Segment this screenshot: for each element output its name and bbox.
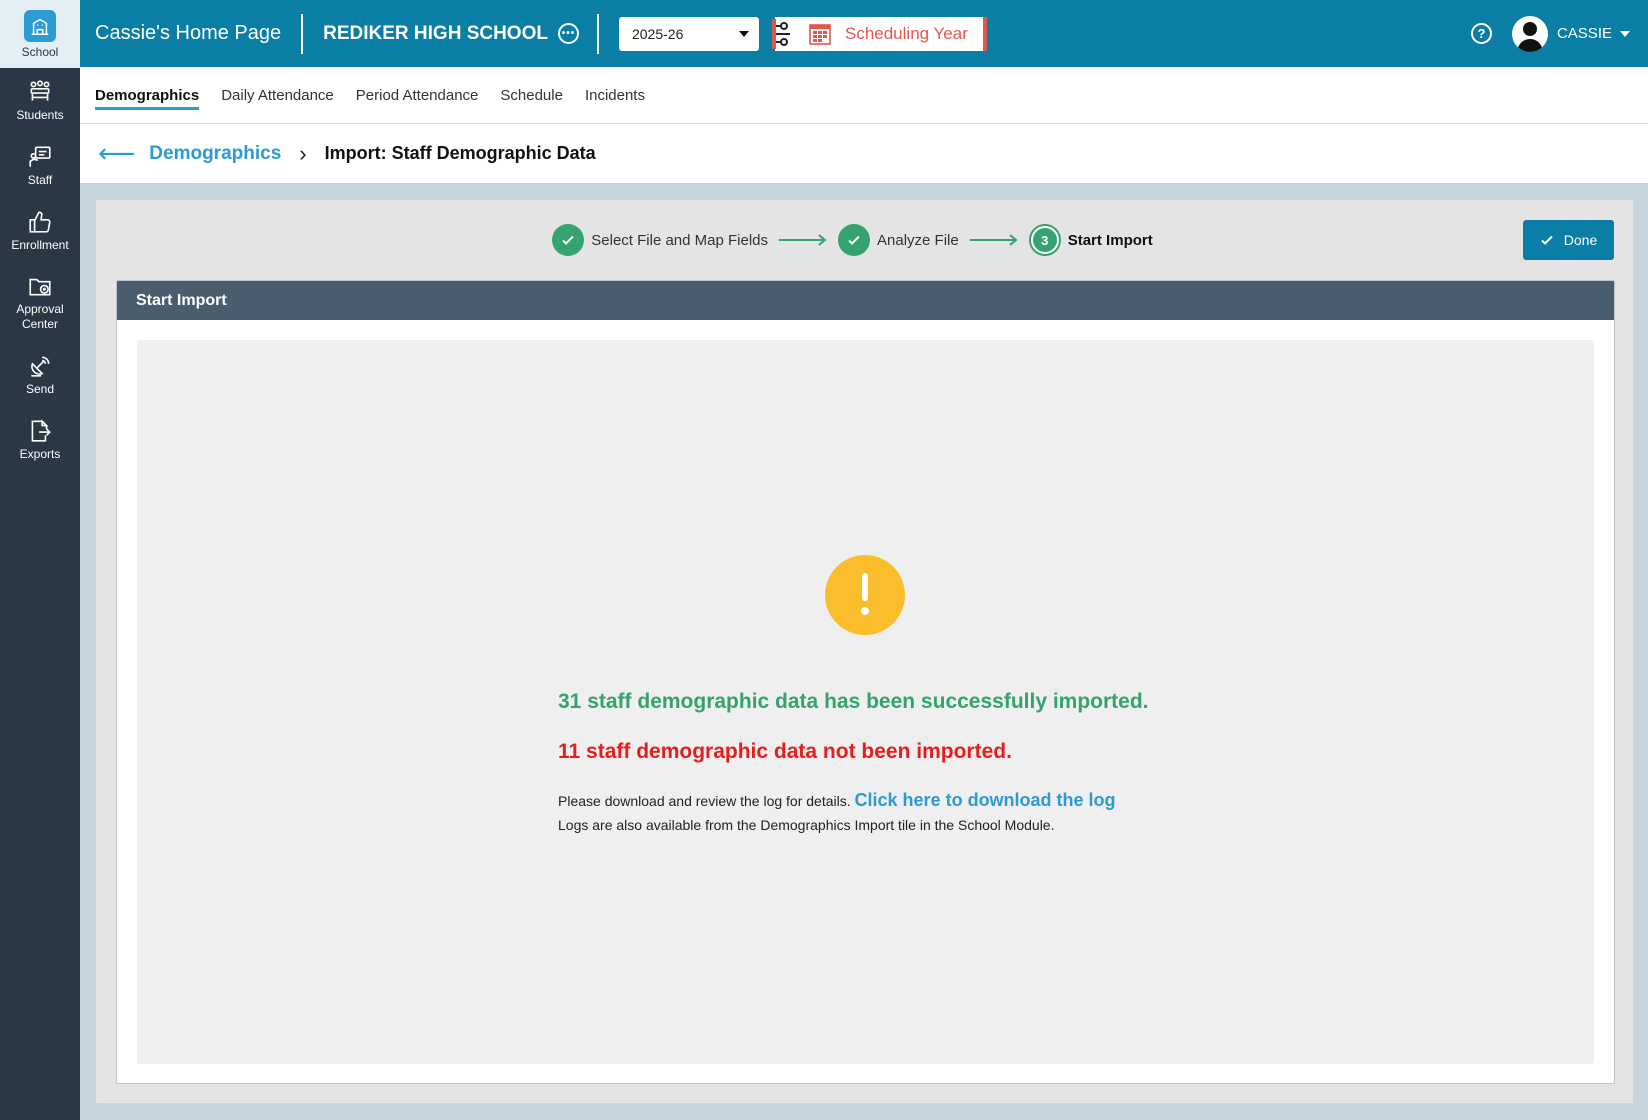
back-arrow-icon[interactable]: ⟵: [98, 138, 135, 169]
satellite-icon: [31, 356, 50, 377]
wizard-step-start-import: 3 Start Import: [1028, 224, 1153, 256]
sidebar-item-label: Staff: [27, 173, 53, 187]
home-page-link[interactable]: Cassie's Home Page: [80, 13, 304, 54]
school-icon: [24, 9, 56, 42]
wizard-step-label: Start Import: [1067, 231, 1153, 249]
log-prompt: Please download and review the log for d…: [558, 793, 851, 809]
sidebar-item-label: School: [21, 44, 59, 59]
chevron-right-icon: ›: [299, 140, 307, 166]
sidebar-item-label: Enrollment: [11, 238, 69, 252]
done-button[interactable]: Done: [1523, 220, 1614, 260]
done-button-label: Done: [1563, 232, 1598, 248]
user-name[interactable]: CASSIE: [1557, 25, 1612, 42]
wizard-step-select-file: Select File and Map Fields: [552, 224, 768, 256]
tab-incidents[interactable]: Incidents: [585, 67, 645, 124]
step-number-badge: 3: [1028, 224, 1061, 256]
log-note: Logs are also available from the Demogra…: [558, 817, 1055, 833]
panel-title: Start Import: [117, 281, 1614, 320]
export-file-icon: [31, 419, 51, 442]
sidebar-item-label: Send: [25, 382, 55, 396]
warning-icon: [825, 555, 905, 635]
download-log-link[interactable]: Click here to download the log: [855, 790, 1116, 810]
chevron-down-icon: [738, 30, 749, 37]
tab-period-attendance[interactable]: Period Attendance: [356, 67, 479, 124]
page-title: Import: Staff Demographic Data: [324, 143, 596, 163]
sidebar-item-school[interactable]: School: [0, 0, 80, 68]
avatar[interactable]: [1511, 15, 1548, 52]
tab-demographics[interactable]: Demographics: [95, 67, 200, 124]
import-wizard-card: Select File and Map Fields Analyze File …: [95, 199, 1634, 1104]
tab-schedule[interactable]: Schedule: [500, 67, 563, 124]
module-tabs: Demographics Daily Attendance Period Att…: [80, 67, 1648, 124]
success-message: 31 staff demographic data has been succe…: [558, 690, 1149, 713]
check-icon: [552, 224, 585, 256]
arrow-right-icon: [969, 234, 1019, 246]
sidebar-item-send[interactable]: Send: [0, 342, 80, 407]
wizard-step-label: Select File and Map Fields: [591, 231, 769, 249]
check-icon: [838, 224, 871, 256]
sidebar-item-staff[interactable]: Staff: [0, 133, 80, 198]
school-year-value: 2025-26: [631, 25, 684, 42]
scheduling-year-label: Scheduling Year: [844, 23, 968, 43]
school-year-select[interactable]: 2025-26: [618, 16, 759, 51]
sidebar-item-enrollment[interactable]: Enrollment: [0, 198, 80, 263]
school-name-label: REDIKER HIGH SCHOOL: [323, 22, 548, 44]
import-messages: 31 staff demographic data has been succe…: [558, 690, 1458, 837]
user-menu-chevron-icon[interactable]: [1620, 30, 1630, 37]
wizard-step-label: Analyze File: [877, 231, 959, 249]
sidebar-item-label: Exports: [19, 447, 61, 461]
check-icon: [1541, 235, 1553, 245]
user-silhouette-icon: [1516, 21, 1543, 52]
breadcrumb: ⟵ Demographics › Import: Staff Demograph…: [80, 124, 1648, 183]
staff-icon: [29, 146, 51, 167]
sidebar-item-students[interactable]: Students: [0, 68, 80, 133]
scheduling-year-badge[interactable]: Scheduling Year: [771, 16, 987, 51]
top-bar: Cassie's Home Page REDIKER HIGH SCHOOL •…: [80, 0, 1648, 67]
breadcrumb-demographics-link[interactable]: Demographics: [149, 143, 281, 165]
school-name[interactable]: REDIKER HIGH SCHOOL •••: [303, 13, 599, 54]
calendar-icon: [809, 23, 831, 45]
folder-add-icon: [29, 278, 51, 296]
import-result-area: 31 staff demographic data has been succe…: [137, 340, 1594, 1064]
more-options-icon[interactable]: •••: [557, 23, 579, 44]
students-icon: [30, 80, 50, 101]
failure-message: 11 staff demographic data not been impor…: [558, 740, 1012, 763]
help-icon[interactable]: ?: [1470, 23, 1492, 44]
thumbs-up-icon: [29, 211, 51, 233]
log-instructions: Please download and review the log for d…: [558, 788, 1458, 837]
sidebar-item-label: Approval Center: [16, 302, 64, 331]
binder-rings-icon: [771, 18, 790, 49]
sidebar-item-approval-center[interactable]: Approval Center: [0, 263, 80, 342]
step-number: 3: [1032, 228, 1057, 252]
sidebar-item-label: Students: [16, 108, 64, 122]
tab-daily-attendance[interactable]: Daily Attendance: [221, 67, 334, 124]
start-import-panel: Start Import 31 staff demographic data h…: [116, 280, 1615, 1084]
wizard-steps: Select File and Map Fields Analyze File …: [96, 219, 1633, 261]
user-area: ? CASSIE: [1470, 15, 1648, 52]
sidebar-item-exports[interactable]: Exports: [0, 407, 80, 472]
wizard-step-analyze-file: Analyze File: [838, 224, 959, 256]
sidebar: School Students Staff Enrollment Approva…: [0, 0, 80, 1120]
arrow-right-icon: [778, 234, 828, 246]
